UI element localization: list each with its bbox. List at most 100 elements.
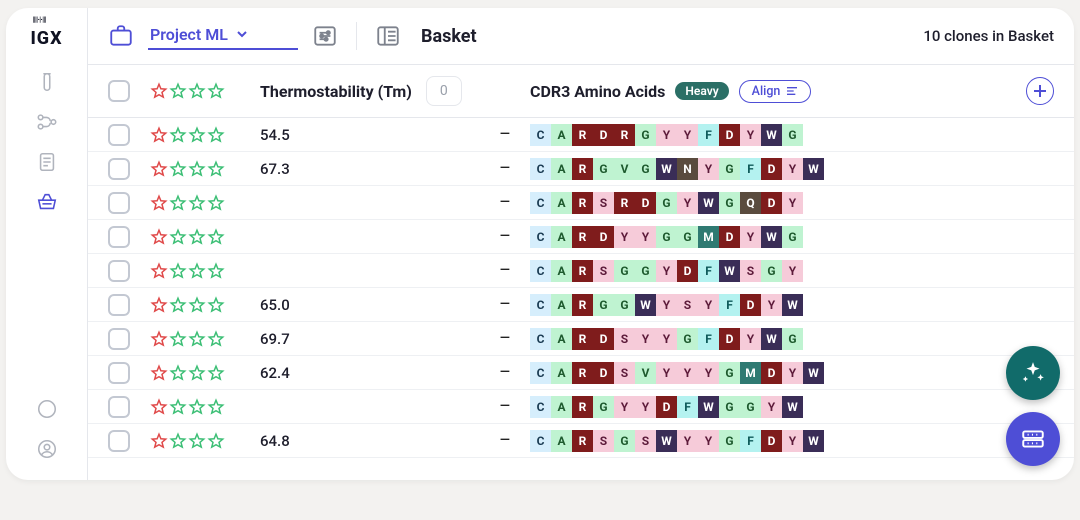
rating-stars[interactable] [150,160,260,178]
star-icon [207,296,225,314]
rating-stars[interactable] [150,330,260,348]
amino-acid: D [593,362,614,384]
star-icon [207,228,225,246]
chevron-down-icon [236,28,248,40]
rating-stars[interactable] [150,262,260,280]
spacer-dash: – [480,260,530,281]
table-row: 67.3–CARGVGWNYGFDYW [88,152,1074,186]
fab-storage[interactable] [1006,412,1060,466]
sidebar-item-chat[interactable] [30,392,64,426]
star-icon [188,160,206,178]
row-checkbox[interactable] [108,396,130,418]
sort-order-chip[interactable]: 0 [426,76,462,106]
plus-icon [1033,84,1047,98]
amino-acid: C [530,158,551,180]
rating-stars[interactable] [150,126,260,144]
row-checkbox[interactable] [108,362,130,384]
align-button[interactable]: Align [739,80,812,103]
row-checkbox[interactable] [108,260,130,282]
cdr3-sequence: CARSGSWYYGFDYW [530,430,824,452]
sidebar-item-user[interactable] [30,432,64,466]
amino-acid: G [719,396,740,418]
amino-acid: D [740,294,761,316]
star-icon [169,194,187,212]
storage-icon [1020,426,1046,452]
row-checkbox[interactable] [108,328,130,350]
amino-acid: A [551,328,572,350]
thermostability-value: 67.3 [260,160,290,178]
amino-acid: G [719,362,740,384]
amino-acid: G [677,226,698,248]
row-checkbox[interactable] [108,192,130,214]
project-select[interactable]: Project ML [148,23,298,50]
sparkle-icon [1020,360,1046,386]
amino-acid: D [719,226,740,248]
amino-acid: Q [740,192,761,214]
rating-stars[interactable] [150,194,260,212]
cdr3-sequence: CARDSVYYYGMDYW [530,362,824,384]
rating-stars[interactable] [150,432,260,450]
amino-acid: G [614,294,635,316]
amino-acid: A [551,294,572,316]
amino-acid: R [572,192,593,214]
amino-acid: Y [698,430,719,452]
filter-settings-icon[interactable] [312,23,338,49]
select-all-checkbox[interactable] [108,80,130,102]
star-icon [150,398,168,416]
star-icon [188,126,206,144]
amino-acid: A [551,226,572,248]
cdr3-sequence: CARGVGWNYGFDYW [530,158,824,180]
pipeline-icon [36,111,58,133]
row-checkbox[interactable] [108,294,130,316]
row-checkbox[interactable] [108,430,130,452]
row-checkbox[interactable] [108,226,130,248]
thermostability-value: 64.8 [260,432,290,450]
rating-stars[interactable] [150,398,260,416]
amino-acid: R [572,260,593,282]
star-icon [207,194,225,212]
amino-acid: S [614,362,635,384]
amino-acid: C [530,192,551,214]
sidebar-item-document[interactable] [30,145,64,179]
star-icon [150,330,168,348]
star-icon [169,262,187,280]
amino-acid: Y [656,362,677,384]
amino-acid: Y [635,396,656,418]
add-column-button[interactable] [1026,77,1054,105]
sidebar-item-basket[interactable] [30,185,64,219]
amino-acid: G [635,124,656,146]
row-checkbox[interactable] [108,124,130,146]
amino-acid: D [719,124,740,146]
amino-acid: R [572,396,593,418]
amino-acid: S [740,260,761,282]
align-label: Align [752,84,781,99]
amino-acid: A [551,124,572,146]
amino-acid: Y [698,158,719,180]
rating-stars[interactable] [150,364,260,382]
amino-acid: Y [614,226,635,248]
sidebar-item-pipeline[interactable] [30,105,64,139]
amino-acid: D [677,260,698,282]
star-icon [207,160,225,178]
amino-acid: V [614,158,635,180]
document-icon [36,151,58,173]
star-icon [188,296,206,314]
amino-acid: W [761,226,782,248]
star-icon [150,160,168,178]
spacer-dash: – [480,396,530,417]
spacer-dash: – [480,124,530,145]
rating-stars[interactable] [150,296,260,314]
layout-columns-icon[interactable] [375,23,401,49]
rating-stars[interactable] [150,228,260,246]
amino-acid: Y [614,396,635,418]
row-checkbox[interactable] [108,158,130,180]
cdr3-sequence: CARGYYDFWGGYW [530,396,803,418]
user-icon [36,438,58,460]
amino-acid: W [782,396,803,418]
table-row: –CARDYYGGMDYWG [88,220,1074,254]
cdr3-sequence: CARSRDGYWGQDY [530,192,803,214]
rating-filter[interactable] [150,82,260,100]
sidebar-item-vial[interactable] [30,65,64,99]
col-thermostability: Thermostability (Tm) [260,82,412,101]
fab-ai-assist[interactable] [1006,346,1060,400]
